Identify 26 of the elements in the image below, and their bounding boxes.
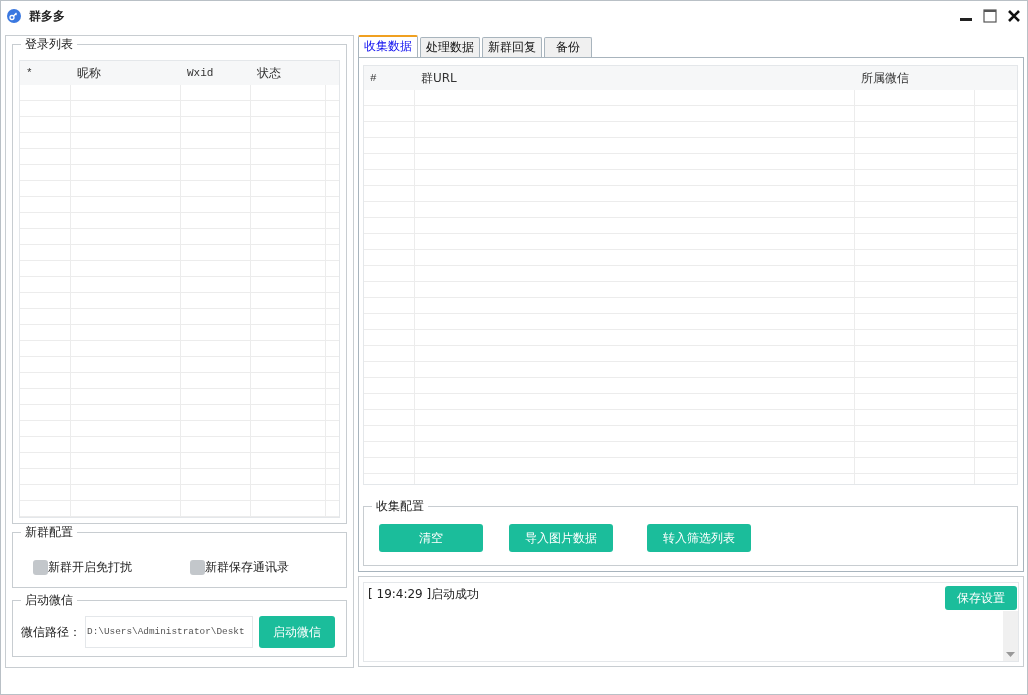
group-title: 收集配置 bbox=[372, 498, 428, 515]
maximize-icon[interactable] bbox=[983, 9, 997, 23]
checkbox[interactable] bbox=[189, 559, 205, 575]
tab[interactable]: 处理数据 bbox=[420, 37, 480, 57]
column-header: * bbox=[25, 66, 34, 81]
group-title: 登录列表 bbox=[21, 36, 77, 52]
tab[interactable]: 收集数据 bbox=[358, 35, 418, 57]
path-input-field[interactable]: D:\Users\Administrator\Deskt bbox=[85, 615, 253, 648]
column-header: 昵称 bbox=[76, 65, 102, 82]
tab[interactable]: 新群回复 bbox=[482, 37, 542, 57]
checkbox-text: 新群保存通讯录 bbox=[204, 559, 289, 576]
app-icon bbox=[7, 9, 21, 23]
column-header: # bbox=[369, 71, 378, 86]
column-header: Wxid bbox=[186, 66, 215, 81]
path-label: 微信路径： bbox=[21, 623, 81, 641]
column-header: 状态 bbox=[256, 65, 282, 82]
checkbox[interactable] bbox=[33, 559, 48, 575]
group-title: 启动微信 bbox=[21, 592, 77, 608]
column-header: 群URL bbox=[420, 70, 458, 87]
window-title: 群多多 bbox=[29, 8, 65, 25]
checkbox-text: 新群开启免打扰 bbox=[48, 559, 132, 576]
tab[interactable]: 备份 bbox=[544, 37, 592, 57]
column-header: 所属微信 bbox=[860, 70, 910, 87]
group-title: 新群配置 bbox=[21, 524, 77, 540]
log-line: [ 19:4:29 ]启动成功 bbox=[368, 586, 480, 603]
close-icon[interactable] bbox=[1007, 9, 1021, 23]
